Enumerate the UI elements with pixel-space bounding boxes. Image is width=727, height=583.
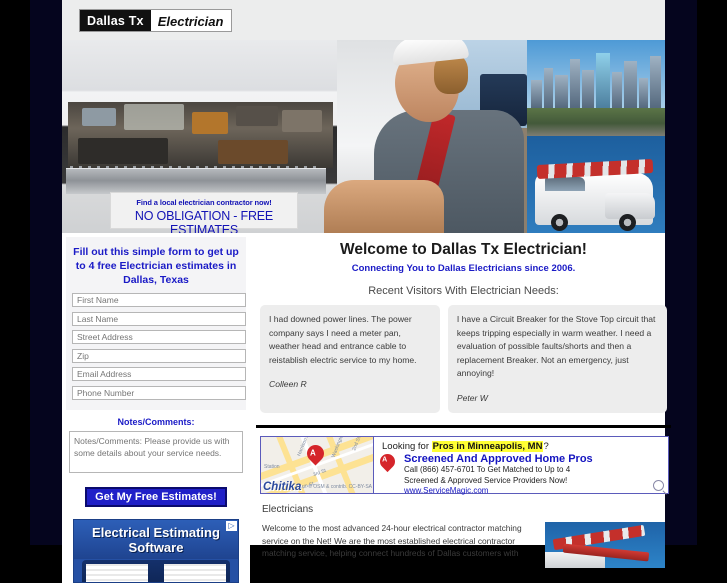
chitika-map-thumbnail[interactable]: Station Harrison Av Washington Av 2nd St… [261,437,374,493]
dallas-skyline-photo [527,40,665,136]
logo-text-dallas-tx: Dallas Tx [80,10,151,31]
search-icon[interactable] [653,480,664,491]
testimonials-list: I had downed power lines. The power comp… [256,305,671,413]
truck-tool-bin [68,102,333,168]
bin-item [282,110,322,132]
testimonial-text: I have a Circuit Breaker for the Stove T… [456,314,656,378]
hero-section: Find a local electrician contractor now!… [62,40,665,233]
testimonial-author: Colleen R [269,379,307,389]
building-shape [582,70,594,108]
sidebar-advertisement[interactable]: Electrical Estimating Software ▷ [73,519,239,583]
main-content-column: Welcome to Dallas Tx Electrician! Connec… [250,233,671,583]
service-van-photo [527,136,665,233]
van-wheel [619,214,636,231]
map-label-station: Station [264,464,280,470]
site-logo[interactable]: Dallas Tx Electrician [79,9,233,32]
ad-illustration [82,560,230,582]
shelf-rail [66,168,326,194]
testimonial-card: I have a Circuit Breaker for the Stove T… [447,305,667,413]
chitika-ad-body: Looking for Pros in Minneapolis, MN? Scr… [374,437,668,495]
van-wheel [551,214,568,231]
logo-text-electrician: Electrician [150,10,232,31]
notes-textarea[interactable] [69,431,243,473]
phone-number-input[interactable] [72,385,246,400]
hero-banner-line2: NO OBLIGATION - FREE ESTIMATES [134,209,274,233]
ad-sheet-shape [86,564,148,582]
form-heading: Fill out this simple form to get up to 4… [73,246,239,286]
intro-section: Welcome to the most advanced 24-hour ele… [256,522,671,568]
recent-visitors-heading: Recent Visitors With Electrician Needs: [368,285,559,297]
site-header: Dallas Tx Electrician [62,0,665,40]
chitika-ad-title[interactable]: Screened And Approved Home Pros [404,453,662,465]
building-shape [639,78,648,108]
bucket-truck-photo [545,522,665,568]
map-attribution: © OSM & contrib. CC-BY-SA [308,484,372,490]
hero-main-photo: Find a local electrician contractor now!… [62,40,527,233]
chitika-ad-unit[interactable]: Station Harrison Av Washington Av 2nd St… [260,436,669,495]
chitika-ad-url[interactable]: www.ServiceMagic.com [404,486,662,495]
hero-side-photos [527,40,665,233]
email-address-input[interactable] [72,367,246,381]
chitika-brand-logo: Chitika [263,481,302,493]
bin-item [124,104,184,130]
page-content: Dallas Tx Electrician Find a local elect… [62,0,671,583]
section-title: Electricians [262,504,314,515]
intro-paragraph: Welcome to the most advanced 24-hour ele… [262,523,522,558]
testimonial-author: Peter W [456,392,488,403]
chitika-ad-body-line1: Call (866) 457-6701 To Get Matched to Up… [404,465,571,474]
page-left-margin [30,0,62,545]
chitika-headline-prefix: Looking for [382,441,432,452]
building-shape-fountain-place [596,53,610,108]
section-divider [256,425,671,428]
building-shape [624,61,637,108]
building-shape [612,72,622,108]
body-columns: Fill out this simple form to get up to 4… [62,233,671,583]
worker-arm [324,180,444,233]
sidebar-ad-text: Electrical Estimating Software [74,520,238,559]
building-shape [650,56,661,108]
ad-sheet-shape [164,564,226,582]
chitika-headline: Looking for Pros in Minneapolis, MN? [382,441,662,452]
last-name-input[interactable] [72,311,246,326]
zip-input[interactable] [72,348,246,363]
testimonial-card: I had downed power lines. The power comp… [260,305,440,413]
sidebar-ad-line1: Electrical Estimating [92,525,220,540]
chitika-headline-highlight: Pros in Minneapolis, MN [431,441,544,452]
hero-cta-banner[interactable]: Find a local electrician contractor now!… [110,192,298,233]
sidebar-form-column: Fill out this simple form to get up to 4… [62,233,250,583]
page-subtitle: Connecting You to Dallas Electricians si… [351,263,576,274]
testimonial-text: I had downed power lines. The power comp… [269,314,417,365]
chitika-headline-suffix: ? [543,441,549,452]
notes-label: Notes/Comments: [117,417,195,427]
city-foreground [527,108,665,136]
building-shape [544,68,553,108]
browser-viewport: Dallas Tx Electrician Find a local elect… [0,0,727,583]
chitika-ad-body-line2: Screened & Approved Service Providers No… [404,475,568,485]
building-shape [531,80,542,108]
building-shape [570,59,580,108]
get-free-estimates-button[interactable]: Get My Free Estimates! [85,487,227,507]
van-window-shape [545,177,585,191]
bin-item [82,108,116,126]
street-address-input[interactable] [72,330,246,344]
hero-banner-line1: Find a local electrician contractor now! [136,198,272,207]
first-name-input[interactable] [72,293,246,307]
bin-item [192,112,228,134]
bin-item [78,138,168,164]
building-shape [555,75,568,108]
bin-item [236,106,278,126]
ad-map-pin-icon [376,450,399,473]
page-title: Welcome to Dallas Tx Electrician! [340,241,587,258]
estimate-request-form: Fill out this simple form to get up to 4… [66,237,246,410]
bin-item [218,140,288,164]
adchoices-icon[interactable]: ▷ [226,521,237,531]
submit-row: Get My Free Estimates! [62,473,250,517]
sidebar-ad-line2: Software [128,540,184,555]
